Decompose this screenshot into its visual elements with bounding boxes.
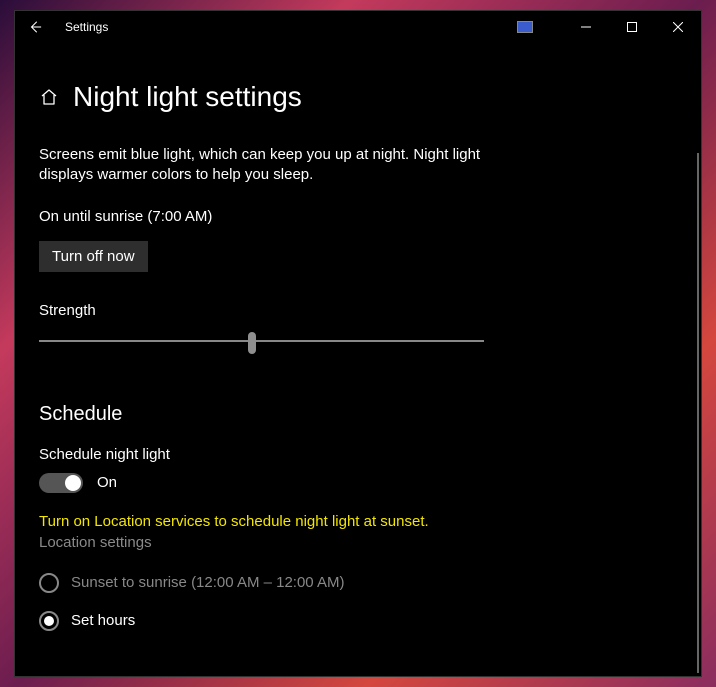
location-warning: Turn on Location services to schedule ni… <box>39 513 677 530</box>
back-button[interactable] <box>15 11 55 43</box>
titlebar: Settings <box>15 11 701 43</box>
settings-window: Settings Night light settings Screens em… <box>14 10 702 677</box>
content-area: Night light settings Screens emit blue l… <box>15 43 701 676</box>
radio-button[interactable] <box>39 611 59 631</box>
ime-indicator-icon[interactable] <box>517 21 533 33</box>
strength-slider[interactable] <box>39 329 484 353</box>
back-arrow-icon <box>28 20 42 34</box>
maximize-icon <box>627 22 637 32</box>
turn-off-button[interactable]: Turn off now <box>39 241 148 272</box>
minimize-button[interactable] <box>563 11 609 43</box>
location-settings-link[interactable]: Location settings <box>39 534 677 551</box>
slider-track <box>39 340 484 342</box>
schedule-toggle-label: Schedule night light <box>39 446 677 463</box>
schedule-toggle[interactable] <box>39 473 83 493</box>
status-text: On until sunrise (7:00 AM) <box>39 208 677 225</box>
slider-thumb[interactable] <box>248 332 256 354</box>
radio-label: Sunset to sunrise (12:00 AM – 12:00 AM) <box>71 574 345 591</box>
maximize-button[interactable] <box>609 11 655 43</box>
radio-sunset-to-sunrise: Sunset to sunrise (12:00 AM – 12:00 AM) <box>39 573 677 593</box>
page-title: Night light settings <box>73 81 302 113</box>
close-icon <box>673 22 683 32</box>
schedule-toggle-row: On <box>39 473 677 493</box>
toggle-knob <box>65 475 81 491</box>
radio-label: Set hours <box>71 612 135 629</box>
home-icon[interactable] <box>39 87 59 107</box>
strength-label: Strength <box>39 302 677 319</box>
page-description: Screens emit blue light, which can keep … <box>39 145 499 186</box>
page-heading-row: Night light settings <box>39 81 677 113</box>
close-button[interactable] <box>655 11 701 43</box>
schedule-heading: Schedule <box>39 403 677 426</box>
window-title: Settings <box>65 20 108 34</box>
radio-set-hours[interactable]: Set hours <box>39 611 677 631</box>
toggle-state-label: On <box>97 474 117 491</box>
scrollbar[interactable] <box>697 153 699 673</box>
minimize-icon <box>581 22 591 32</box>
radio-button <box>39 573 59 593</box>
